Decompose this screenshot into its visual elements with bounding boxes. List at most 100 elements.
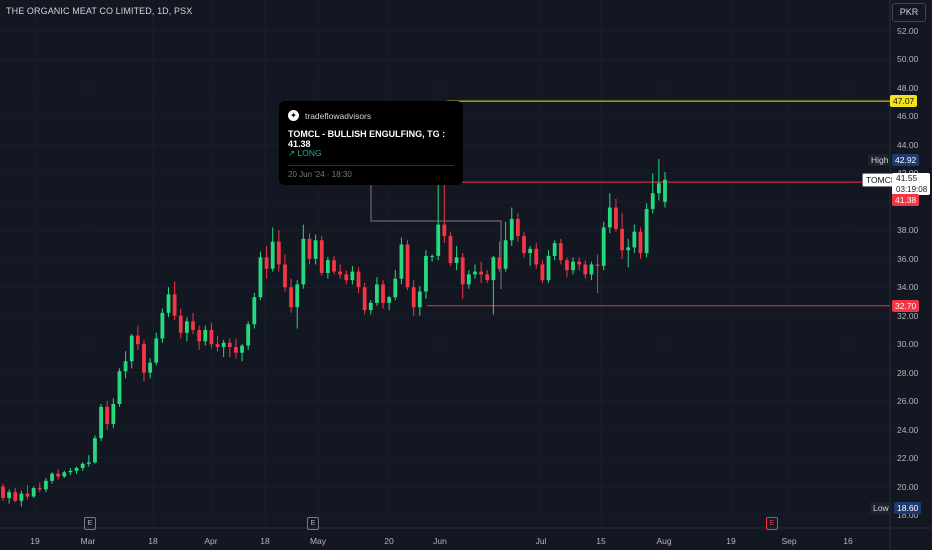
candle-body	[325, 260, 330, 273]
candle-body	[148, 362, 153, 373]
candle-body	[166, 294, 171, 313]
candle-body	[209, 329, 214, 345]
candle-body	[191, 321, 195, 330]
candle-body	[454, 257, 459, 264]
candle-body	[522, 235, 526, 254]
earnings-marker[interactable]: E	[84, 517, 96, 530]
candle-body	[80, 463, 85, 469]
candle-body	[362, 287, 367, 311]
x-tick-label: Jun	[433, 536, 447, 546]
candle-body	[37, 487, 42, 490]
candle-body	[571, 261, 575, 271]
candle-body	[552, 243, 557, 256]
candle-body	[338, 271, 343, 275]
candle-body	[503, 240, 508, 269]
price-chart[interactable]	[0, 0, 932, 550]
x-tick-label: 18	[260, 536, 270, 546]
candle-body	[558, 243, 563, 261]
candle-body	[577, 261, 582, 265]
candle-body	[295, 284, 300, 308]
candle-body	[252, 297, 257, 325]
candle-body	[638, 231, 643, 254]
idea-date: 20 Jun '24 · 18:30	[288, 170, 352, 179]
high-label: High	[868, 154, 892, 166]
candle-body	[240, 345, 244, 353]
candle-body	[626, 247, 631, 251]
candle-body	[123, 361, 128, 372]
x-tick-label: Apr	[204, 536, 218, 546]
earnings-marker-upcoming[interactable]: E	[766, 517, 778, 530]
candle-body	[203, 329, 208, 342]
candle-body	[387, 297, 392, 303]
candle-body	[528, 248, 533, 254]
candle-body	[589, 264, 594, 275]
candle-body	[460, 257, 465, 285]
y-tick-label: 48.00	[897, 82, 919, 93]
last-price: 41.55	[896, 173, 918, 183]
candle-body	[491, 257, 496, 281]
card-divider	[288, 165, 454, 166]
y-tick-label: 26.00	[897, 396, 919, 407]
candle-body	[289, 287, 293, 308]
candle-body	[656, 183, 661, 194]
candle-body	[509, 218, 514, 241]
x-tick-label: 15	[596, 536, 606, 546]
candle-body	[479, 271, 484, 275]
idea-author-row: ✦ tradeflowadvisors	[288, 110, 371, 121]
y-tick-label: 32.00	[897, 310, 919, 321]
low-label: Low	[870, 502, 892, 514]
y-tick-label: 36.00	[897, 253, 919, 264]
candle-body	[620, 228, 624, 251]
candle-body	[56, 473, 61, 477]
last-price-box: 41.55 03:19:08	[892, 173, 930, 195]
candle-body	[344, 274, 349, 281]
candle-body	[234, 347, 238, 353]
currency-selector[interactable]: PKR	[892, 3, 926, 22]
trade-idea-card[interactable]: ✦ tradeflowadvisors TOMCL - BULLISH ENGU…	[279, 101, 463, 185]
candle-body	[497, 257, 502, 269]
candle-body	[632, 231, 637, 248]
candle-body	[332, 260, 336, 272]
candle-body	[105, 406, 110, 424]
candle-body	[111, 403, 116, 424]
candle-body	[644, 208, 649, 254]
y-tick-label: 22.00	[897, 453, 919, 464]
candle-body	[227, 342, 232, 348]
candle-body	[62, 472, 67, 477]
candle-body	[381, 284, 385, 303]
candle-body	[411, 287, 416, 308]
candle-body	[540, 264, 545, 281]
low-value: 18.60	[894, 502, 922, 514]
support-price-label: 32.70	[892, 300, 920, 312]
y-tick-label: 24.00	[897, 424, 919, 435]
y-tick-label: 34.00	[897, 282, 919, 293]
earnings-marker[interactable]: E	[307, 517, 319, 530]
candle-body	[74, 468, 79, 471]
candle-body	[154, 338, 159, 363]
x-tick-label: Sep	[781, 536, 797, 546]
candle-body	[215, 344, 220, 348]
candle-body	[283, 264, 287, 288]
candle-body	[350, 271, 355, 281]
y-tick-label: 38.00	[897, 225, 919, 236]
candle-body	[424, 255, 428, 292]
candle-body	[319, 240, 324, 273]
candle-body	[93, 438, 97, 463]
candle-body	[142, 344, 146, 373]
idea-headline: TOMCL - BULLISH ENGULFING, TG : 41.38	[288, 129, 446, 149]
candle-body	[375, 284, 379, 303]
candle-body	[117, 371, 122, 404]
candle-body	[86, 462, 91, 464]
candle-body	[583, 264, 588, 275]
candle-body	[436, 224, 441, 256]
y-tick-label: 50.00	[897, 54, 919, 65]
candle-body	[473, 271, 477, 275]
candle-body	[448, 235, 453, 264]
candle-body	[368, 302, 373, 311]
idea-author[interactable]: tradeflowadvisors	[305, 111, 371, 121]
candle-body	[276, 241, 281, 265]
candle-body	[258, 257, 263, 298]
x-tick-label: 20	[384, 536, 394, 546]
candle-body	[393, 278, 398, 298]
chart-title: THE ORGANIC MEAT CO LIMITED, 1D, PSX	[6, 6, 193, 16]
